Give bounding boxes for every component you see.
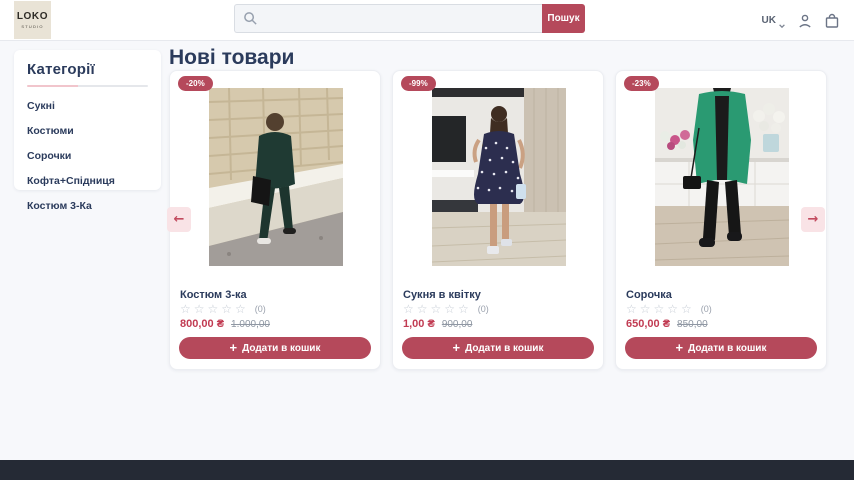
star-icons: ☆☆☆☆☆ [180,303,249,315]
add-to-cart-button[interactable]: + Додати в кошик [179,337,371,359]
sidebar-item-sorochky[interactable]: Сорочки [27,150,148,162]
plus-icon: + [230,342,238,354]
add-to-cart-button[interactable]: + Додати в кошик [402,337,594,359]
current-price: 1,00 ₴ [403,318,435,330]
chevron-down-icon [778,17,786,25]
rating-row: ☆☆☆☆☆ (0) [180,303,266,315]
product-title[interactable]: Сорочка [626,289,672,301]
account-icon[interactable] [797,13,813,29]
search-input[interactable] [234,4,542,33]
plus-icon: + [453,342,461,354]
rating-row: ☆☆☆☆☆ (0) [403,303,489,315]
product-card[interactable]: -99% [392,70,604,370]
current-price: 650,00 ₴ [626,318,670,330]
discount-badge: -99% [401,76,436,91]
search-button[interactable]: Пошук [542,4,585,33]
header: LOKO STUDIO Пошук UK [0,0,854,41]
rating-count: (0) [255,304,266,314]
arrow-left-icon: ← [174,212,185,227]
categories-sidebar: Категорії Сукні Костюми Сорочки Кофта+Сп… [14,50,161,190]
product-card[interactable]: -20% [169,70,381,370]
header-actions: UK [762,0,840,41]
sidebar-divider [27,85,148,87]
search-bar: Пошук [234,4,585,33]
cart-icon[interactable] [824,13,840,29]
page-title: Нові товари [169,46,294,70]
price-row: 800,00 ₴ 1.000,00 [180,318,270,330]
add-to-cart-label: Додати в кошик [465,343,543,354]
current-price: 800,00 ₴ [180,318,224,330]
add-to-cart-label: Додати в кошик [688,343,766,354]
plus-icon: + [676,342,684,354]
carousel-next-button[interactable]: → [801,207,825,232]
old-price: 900,00 [442,319,473,330]
old-price: 1.000,00 [231,319,270,330]
sidebar-title: Категорії [27,61,148,78]
rating-row: ☆☆☆☆☆ (0) [626,303,712,315]
star-icons: ☆☆☆☆☆ [403,303,472,315]
language-label: UK [762,15,776,26]
add-to-cart-button[interactable]: + Додати в кошик [625,337,817,359]
discount-badge: -20% [178,76,213,91]
sidebar-item-kofta-spidnytsya[interactable]: Кофта+Спідниця [27,175,148,187]
price-row: 650,00 ₴ 850,00 [626,318,708,330]
product-photo-dress[interactable] [432,88,566,266]
product-card[interactable]: -23% [615,70,827,370]
sidebar-item-kostyum-3ka[interactable]: Костюм 3-Ка [27,200,148,212]
footer [0,460,854,480]
sidebar-item-kostyumy[interactable]: Костюми [27,125,148,137]
carousel-prev-button[interactable]: ← [167,207,191,232]
star-icons: ☆☆☆☆☆ [626,303,695,315]
logo[interactable]: LOKO STUDIO [14,1,51,39]
logo-subtext: STUDIO [21,24,43,29]
sidebar-item-sukni[interactable]: Сукні [27,100,148,112]
old-price: 850,00 [677,319,708,330]
rating-count: (0) [701,304,712,314]
logo-text: LOKO [17,12,48,22]
product-title[interactable]: Костюм 3-ка [180,289,247,301]
language-selector[interactable]: UK [762,15,786,26]
arrow-right-icon: → [808,212,819,227]
price-row: 1,00 ₴ 900,00 [403,318,472,330]
discount-badge: -23% [624,76,659,91]
new-products-carousel: -20% [169,70,827,370]
storefront-page: LOKO STUDIO Пошук UK [0,0,854,480]
product-photo-shirt[interactable] [655,88,789,266]
rating-count: (0) [478,304,489,314]
add-to-cart-label: Додати в кошик [242,343,320,354]
product-title[interactable]: Сукня в квітку [403,289,481,301]
product-photo-suit[interactable] [209,88,343,266]
